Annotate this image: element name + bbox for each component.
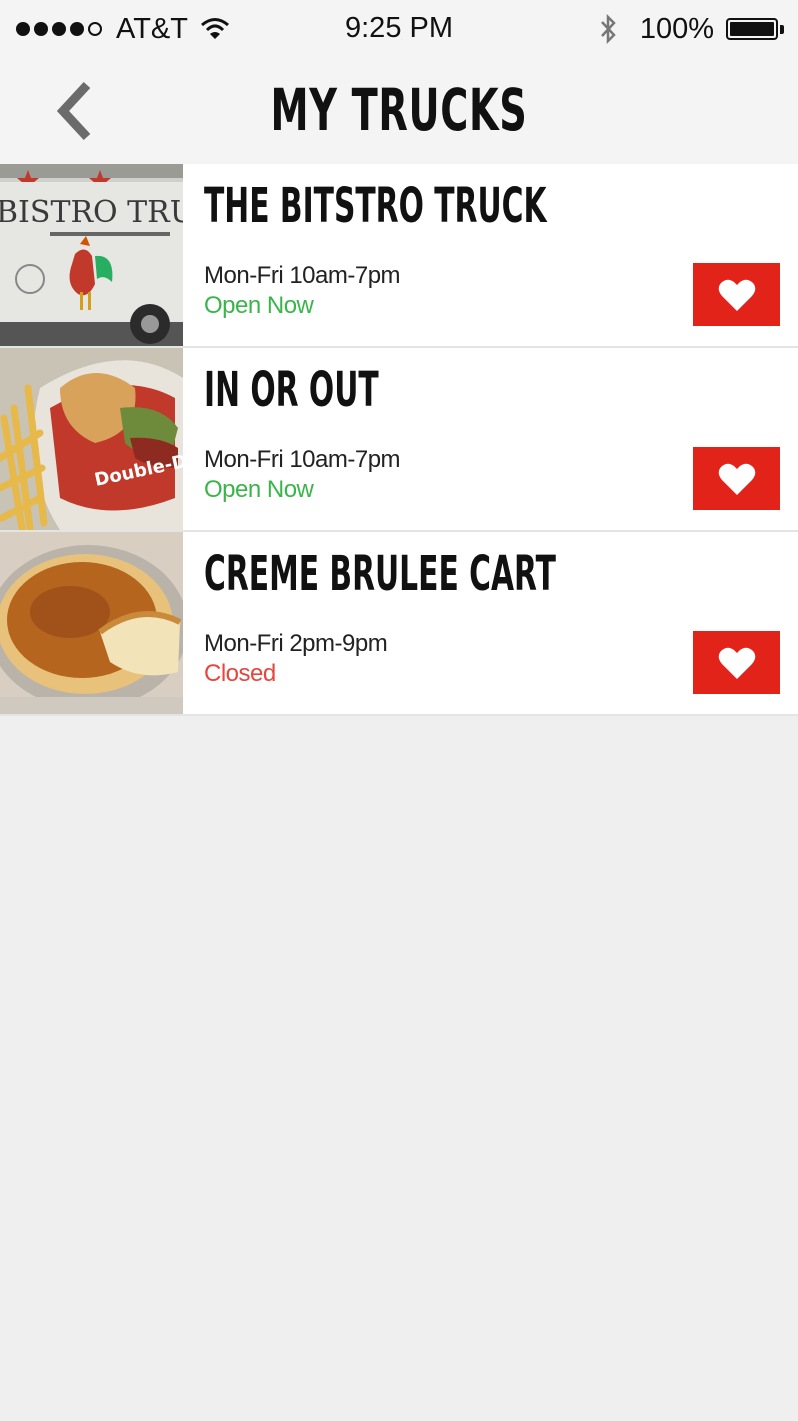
status-bar: AT&T 9:25 PM 100% — [0, 0, 798, 58]
heart-icon — [718, 463, 755, 495]
truck-thumbnail: Double-Double — [0, 348, 183, 530]
carrier-label: AT&T — [116, 12, 188, 45]
truck-list: BISTRO TRUC THE BITSTRO TRUCK Mon-Fri 10… — [0, 164, 798, 716]
screen: AT&T 9:25 PM 100% MY TRUCKS BISTRO TRU T… — [0, 0, 798, 1421]
truck-hours: Mon-Fri 2pm-9pm — [204, 630, 388, 657]
truck-hours: Mon-Fri 10am-7pm — [204, 262, 401, 289]
truck-row[interactable]: BISTRO TRUC THE BITSTRO TRUCK Mon-Fri 10… — [0, 164, 798, 348]
back-button[interactable] — [40, 76, 110, 146]
truck-status: Closed — [204, 660, 276, 687]
truck-name: IN OR OUT — [204, 362, 379, 418]
status-left: AT&T — [16, 13, 230, 46]
heart-icon — [718, 647, 755, 679]
favorite-button[interactable] — [693, 263, 780, 326]
nav-bar: MY TRUCKS — [0, 58, 798, 164]
chevron-left-icon — [56, 81, 91, 141]
page-title: MY TRUCKS — [270, 76, 528, 144]
wifi-icon — [201, 18, 229, 39]
truck-name: CREME BRULEE CART — [204, 546, 556, 602]
signal-strength-icon — [16, 22, 102, 36]
truck-thumbnail — [0, 532, 183, 714]
battery-percent: 100% — [639, 12, 714, 45]
truck-name: THE BITSTRO TRUCK — [204, 178, 547, 234]
truck-thumbnail: BISTRO TRUC — [0, 164, 183, 346]
battery-icon — [726, 18, 784, 40]
truck-status: Open Now — [204, 292, 314, 319]
truck-status: Open Now — [204, 476, 314, 503]
heart-icon — [718, 279, 755, 311]
truck-image-text: BISTRO TRUC — [0, 195, 183, 230]
favorite-button[interactable] — [693, 631, 780, 694]
truck-row[interactable]: Double-Double IN OR OUT Mon-Fri 10am-7pm… — [0, 348, 798, 532]
status-right: 100% — [598, 13, 784, 46]
truck-hours: Mon-Fri 10am-7pm — [204, 446, 401, 473]
favorite-button[interactable] — [693, 447, 780, 510]
bluetooth-icon — [600, 14, 616, 44]
truck-row[interactable]: CREME BRULEE CART Mon-Fri 2pm-9pm Closed — [0, 532, 798, 716]
